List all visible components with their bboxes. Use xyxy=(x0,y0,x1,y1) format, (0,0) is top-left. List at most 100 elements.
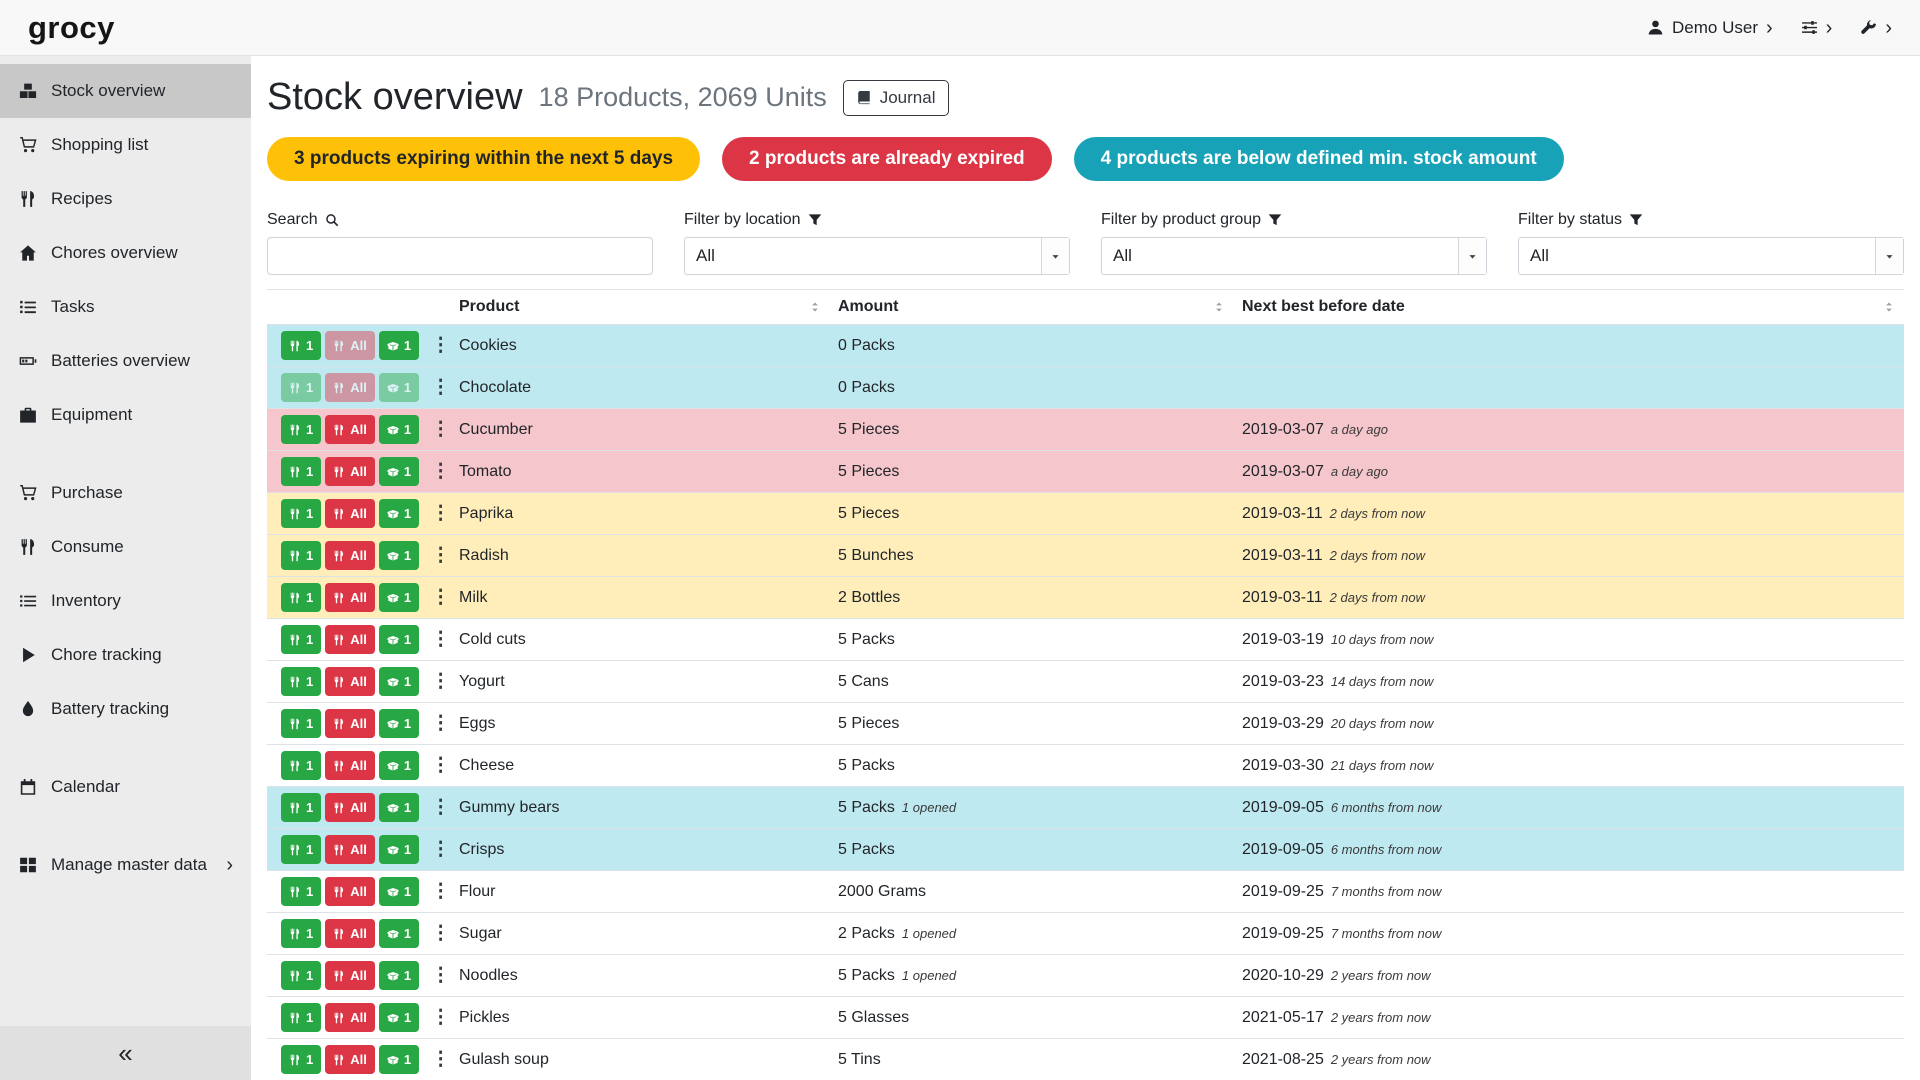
row-menu-button[interactable]: ⋮ xyxy=(423,713,454,734)
consume-one-button[interactable]: 1 xyxy=(281,415,321,444)
sidebar-item-calendar[interactable]: Calendar xyxy=(0,760,251,814)
filter-by-product-group-select[interactable]: All xyxy=(1101,237,1487,275)
consume-one-button[interactable]: 1 xyxy=(281,751,321,780)
row-menu-button[interactable]: ⋮ xyxy=(423,419,454,440)
consume-all-button[interactable]: All xyxy=(325,499,375,528)
column-header-product[interactable]: Product xyxy=(451,290,830,325)
column-header-next-best-before-date[interactable]: Next best before date xyxy=(1234,290,1904,325)
filter-by-status-select[interactable]: All xyxy=(1518,237,1904,275)
open-one-button[interactable]: 1 xyxy=(379,835,419,864)
consume-all-button[interactable]: All xyxy=(325,919,375,948)
consume-one-button[interactable]: 1 xyxy=(281,919,321,948)
sidebar-item-battery-tracking[interactable]: Battery tracking xyxy=(0,682,251,736)
consume-one-button[interactable]: 1 xyxy=(281,877,321,906)
open-one-button[interactable]: 1 xyxy=(379,583,419,612)
sidebar-item-stock-overview[interactable]: Stock overview xyxy=(0,64,251,118)
row-menu-button[interactable]: ⋮ xyxy=(423,503,454,524)
consume-all-button[interactable]: All xyxy=(325,1003,375,1032)
row-menu-button[interactable]: ⋮ xyxy=(423,377,454,398)
column-header-amount[interactable]: Amount xyxy=(830,290,1234,325)
row-menu-button[interactable]: ⋮ xyxy=(423,839,454,860)
consume-all-button[interactable]: All xyxy=(325,709,375,738)
row-menu-button[interactable]: ⋮ xyxy=(423,461,454,482)
consume-all-button[interactable]: All xyxy=(325,583,375,612)
row-menu-button[interactable]: ⋮ xyxy=(423,755,454,776)
consume-one-button[interactable]: 1 xyxy=(281,541,321,570)
sidebar-item-tasks[interactable]: Tasks xyxy=(0,280,251,334)
consume-one-button[interactable]: 1 xyxy=(281,457,321,486)
open-one-button[interactable]: 1 xyxy=(379,415,419,444)
open-one-button[interactable]: 1 xyxy=(379,709,419,738)
open-one-button[interactable]: 1 xyxy=(379,667,419,696)
sidebar-item-purchase[interactable]: Purchase xyxy=(0,466,251,520)
consume-one-button[interactable]: 1 xyxy=(281,835,321,864)
sidebar-item-recipes[interactable]: Recipes xyxy=(0,172,251,226)
consume-one-button[interactable]: 1 xyxy=(281,625,321,654)
search-input[interactable] xyxy=(267,237,653,275)
open-one-button[interactable]: 1 xyxy=(379,1003,419,1032)
journal-button[interactable]: Journal xyxy=(843,80,950,116)
open-one-button[interactable]: 1 xyxy=(379,877,419,906)
sidebar-item-inventory[interactable]: Inventory xyxy=(0,574,251,628)
sidebar-item-batteries-overview[interactable]: Batteries overview xyxy=(0,334,251,388)
open-one-button[interactable]: 1 xyxy=(379,541,419,570)
consume-one-button[interactable]: 1 xyxy=(281,1003,321,1032)
app-logo[interactable]: grocy xyxy=(28,10,115,46)
product-name: Eggs xyxy=(459,715,495,732)
sidebar-item-chores-overview[interactable]: Chores overview xyxy=(0,226,251,280)
sidebar-item-chore-tracking[interactable]: Chore tracking xyxy=(0,628,251,682)
consume-one-button[interactable]: 1 xyxy=(281,667,321,696)
row-menu-button[interactable]: ⋮ xyxy=(423,881,454,902)
row-menu-button[interactable]: ⋮ xyxy=(423,1049,454,1070)
consume-all-button[interactable]: All xyxy=(325,751,375,780)
consume-all-button[interactable]: All xyxy=(325,1045,375,1074)
row-menu-button[interactable]: ⋮ xyxy=(423,965,454,986)
consume-all-button[interactable]: All xyxy=(325,457,375,486)
open-one-button[interactable]: 1 xyxy=(379,457,419,486)
row-menu-button[interactable]: ⋮ xyxy=(423,587,454,608)
open-one-button[interactable]: 1 xyxy=(379,1045,419,1074)
consume-one-button[interactable]: 1 xyxy=(281,961,321,990)
sidebar-item-equipment[interactable]: Equipment xyxy=(0,388,251,442)
sidebar-item-consume[interactable]: Consume xyxy=(0,520,251,574)
consume-one-button[interactable]: 1 xyxy=(281,331,321,360)
consume-all-button[interactable]: All xyxy=(325,625,375,654)
open-one-button[interactable]: 1 xyxy=(379,919,419,948)
sidebar-collapse-button[interactable]: « xyxy=(0,1026,251,1080)
consume-all-button[interactable]: All xyxy=(325,667,375,696)
open-one-button[interactable]: 1 xyxy=(379,751,419,780)
open-one-button[interactable]: 1 xyxy=(379,499,419,528)
row-menu-button[interactable]: ⋮ xyxy=(423,1007,454,1028)
row-menu-button[interactable]: ⋮ xyxy=(423,797,454,818)
consume-all-button[interactable]: All xyxy=(325,793,375,822)
consume-one-button[interactable]: 1 xyxy=(281,1045,321,1074)
sort-icon[interactable] xyxy=(1882,300,1896,314)
row-menu-button[interactable]: ⋮ xyxy=(423,629,454,650)
open-one-button[interactable]: 1 xyxy=(379,625,419,654)
consume-all-button[interactable]: All xyxy=(325,961,375,990)
open-one-button[interactable]: 1 xyxy=(379,961,419,990)
settings-menu[interactable]: › xyxy=(1801,18,1833,38)
row-menu-button[interactable]: ⋮ xyxy=(423,335,454,356)
row-menu-button[interactable]: ⋮ xyxy=(423,671,454,692)
consume-all-button[interactable]: All xyxy=(325,835,375,864)
table-row: 1All1⋮Yogurt5 Cans2019-03-2314 days from… xyxy=(267,661,1904,703)
sidebar-item-shopping-list[interactable]: Shopping list xyxy=(0,118,251,172)
user-menu[interactable]: Demo User › xyxy=(1647,18,1773,38)
filter-by-location-select[interactable]: All xyxy=(684,237,1070,275)
sidebar-item-manage-master-data[interactable]: Manage master data› xyxy=(0,838,251,892)
consume-one-button[interactable]: 1 xyxy=(281,793,321,822)
row-menu-button[interactable]: ⋮ xyxy=(423,923,454,944)
admin-menu[interactable]: › xyxy=(1860,18,1892,38)
sort-icon[interactable] xyxy=(808,300,822,314)
consume-all-button[interactable]: All xyxy=(325,877,375,906)
open-one-button[interactable]: 1 xyxy=(379,331,419,360)
consume-all-button[interactable]: All xyxy=(325,415,375,444)
sort-icon[interactable] xyxy=(1212,300,1226,314)
row-menu-button[interactable]: ⋮ xyxy=(423,545,454,566)
consume-one-button[interactable]: 1 xyxy=(281,583,321,612)
open-one-button[interactable]: 1 xyxy=(379,793,419,822)
consume-one-button[interactable]: 1 xyxy=(281,709,321,738)
consume-all-button[interactable]: All xyxy=(325,541,375,570)
consume-one-button[interactable]: 1 xyxy=(281,499,321,528)
